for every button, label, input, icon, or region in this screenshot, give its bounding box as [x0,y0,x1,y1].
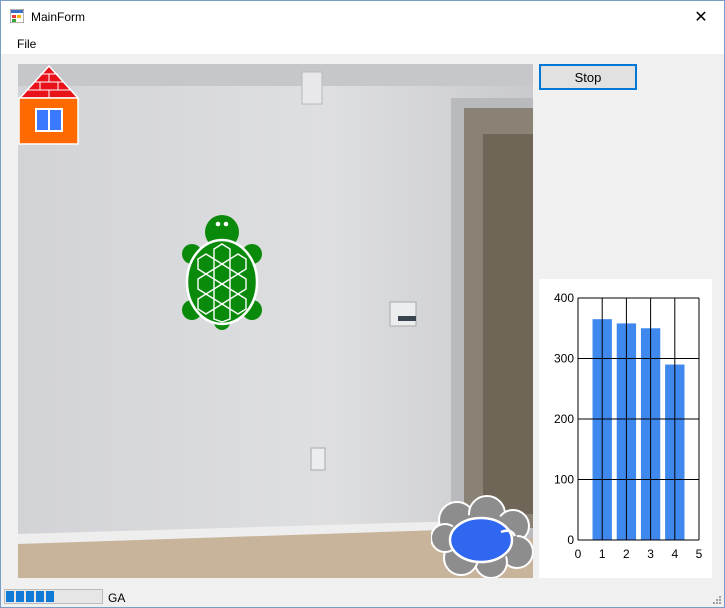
chart-x-tick-label: 0 [575,547,582,561]
chart-x-tick-label: 3 [647,547,654,561]
app-icon [10,9,24,23]
chart-y-tick-label: 400 [554,291,574,305]
chart-y-tick-label: 300 [554,352,574,366]
progress-bar [4,589,103,604]
title-bar[interactable]: MainForm ✕ [1,1,724,32]
chart-y-tick-label: 100 [554,473,574,487]
close-icon: ✕ [694,8,708,26]
progress-segment [16,591,24,602]
status-bar: GA [1,585,724,607]
chart-svg: 0 1 2 3 4 5 0 100 200 300 400 [554,291,703,561]
progress-segment [26,591,34,602]
resize-grip-icon[interactable] [711,594,721,604]
fitness-chart: 0 1 2 3 4 5 0 100 200 300 400 [539,279,712,578]
progress-segment [6,591,14,602]
main-window: MainForm ✕ File Stop 0 1 2 3 4 5 0 100 2… [0,0,725,608]
chart-x-tick-label: 1 [599,547,606,561]
window-title: MainForm [31,10,86,24]
progress-segment [46,591,54,602]
stop-button[interactable]: Stop [539,64,637,90]
chart-x-tick-label: 4 [671,547,678,561]
camera-view[interactable] [18,64,533,578]
chart-y-tick-label: 200 [554,412,574,426]
pond-icon [431,495,533,578]
house-icon [18,64,80,145]
chart-y-tick-label: 0 [567,533,574,547]
progress-segment [36,591,44,602]
menu-file[interactable]: File [17,37,36,51]
close-button[interactable]: ✕ [678,1,724,32]
turtle-icon [182,215,262,330]
menu-bar: File [1,32,724,54]
chart-x-tick-label: 5 [696,547,703,561]
status-text: GA [108,591,126,605]
chart-x-tick-label: 2 [623,547,630,561]
